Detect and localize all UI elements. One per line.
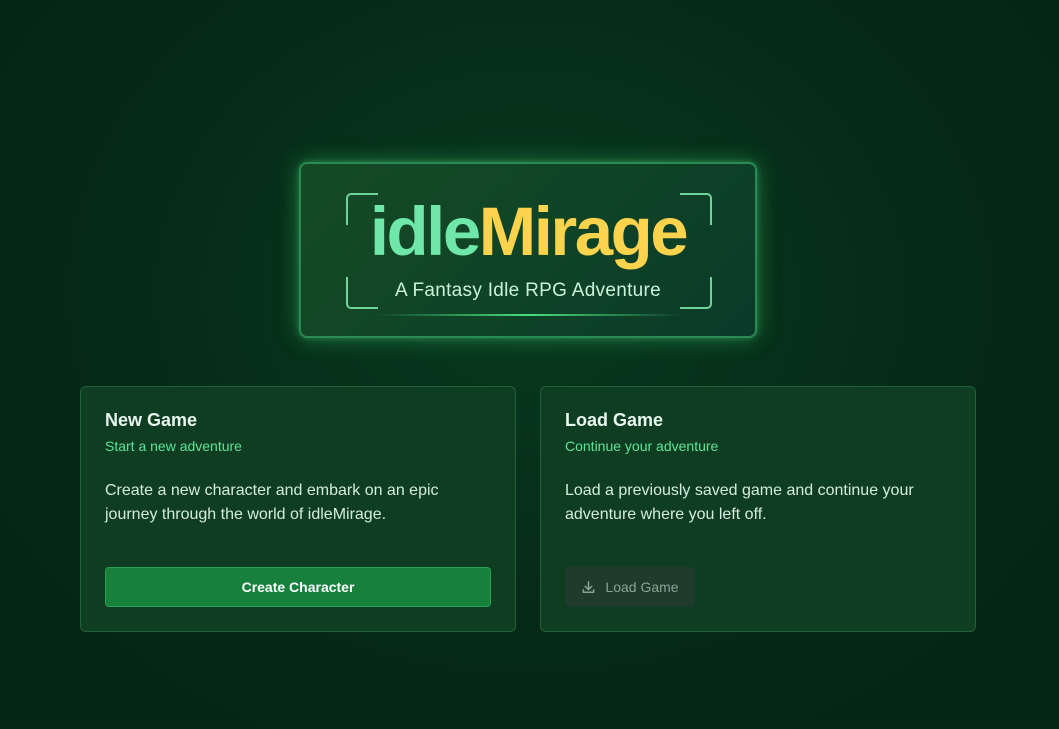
logo-underline-divider — [376, 314, 682, 316]
new-game-card: New Game Start a new adventure Create a … — [80, 386, 516, 632]
load-game-card: Load Game Continue your adventure Load a… — [540, 386, 976, 632]
new-game-description: Create a new character and embark on an … — [105, 482, 439, 523]
load-game-subtitle: Continue your adventure — [565, 438, 719, 454]
load-game-description: Load a previously saved game and continu… — [565, 482, 914, 523]
create-character-button[interactable]: Create Character — [105, 567, 491, 607]
logo-title-idle: idle — [369, 193, 481, 270]
logo-banner: idleMirage A Fantasy Idle RPG Adventure — [299, 162, 757, 338]
load-game-button-label: Load Game — [605, 579, 679, 595]
game-tagline: A Fantasy Idle RPG Adventure — [394, 280, 662, 301]
create-character-button-label: Create Character — [241, 579, 355, 595]
new-game-title: New Game — [105, 410, 198, 430]
load-game-title: Load Game — [565, 410, 664, 430]
logo-title-mirage: Mirage — [478, 193, 689, 270]
download-icon — [581, 580, 596, 595]
load-game-button[interactable]: Load Game — [565, 567, 695, 607]
game-logo-title: idleMirage — [301, 192, 755, 272]
new-game-subtitle: Start a new adventure — [105, 438, 242, 454]
